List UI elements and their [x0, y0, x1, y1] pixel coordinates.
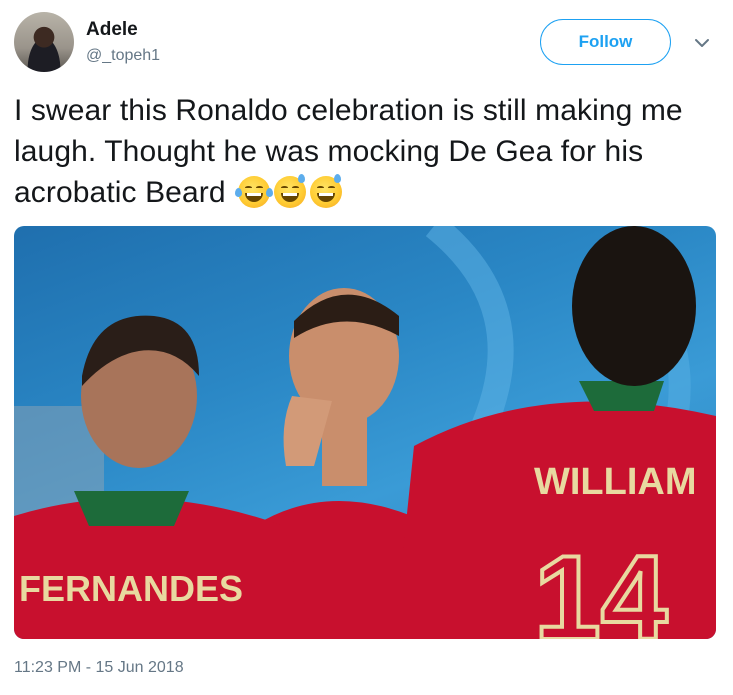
user-handle[interactable]: @_topeh1 — [86, 47, 160, 65]
tweet-card: Adele @_topeh1 Follow I swear this Ronal… — [0, 0, 733, 695]
tweet-timestamp[interactable]: 11:23 PM - 15 Jun 2018 — [14, 659, 184, 677]
face-with-tears-of-joy-icon — [235, 176, 274, 208]
grinning-face-with-sweat-icon — [310, 174, 343, 208]
photo-illustration: FERNANDES WILLIAM 14 — [14, 226, 716, 639]
jersey-name-left: FERNANDES — [19, 568, 243, 609]
user-name[interactable]: Adele — [86, 19, 138, 41]
jersey-name-right: WILLIAM — [534, 461, 697, 503]
jersey-number: 14 — [534, 531, 668, 639]
chevron-down-icon[interactable] — [693, 34, 711, 52]
follow-button[interactable]: Follow — [540, 19, 671, 65]
tweet-text: I swear this Ronaldo celebration is stil… — [14, 90, 719, 213]
tweet-photo[interactable]: FERNANDES WILLIAM 14 — [14, 226, 716, 639]
avatar[interactable] — [14, 12, 74, 72]
grinning-face-with-sweat-icon — [274, 174, 307, 208]
tweet-text-body: I swear this Ronaldo celebration is stil… — [14, 94, 683, 209]
